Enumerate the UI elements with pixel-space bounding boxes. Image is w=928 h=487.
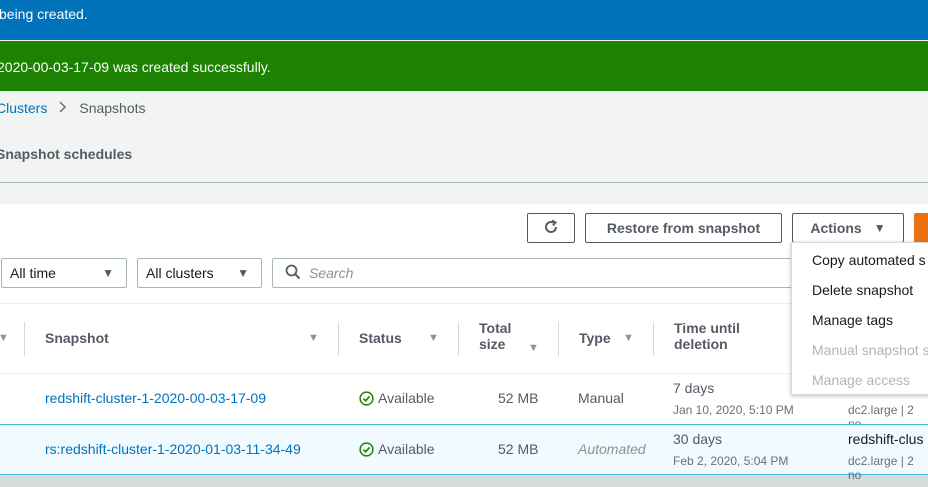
actions-button[interactable]: Actions ▼ <box>792 213 904 243</box>
type-value: Automated <box>578 441 646 457</box>
type-value: Manual <box>578 390 624 406</box>
info-banner: being created. <box>0 0 928 40</box>
column-header-total-size-line2: size <box>479 336 506 352</box>
column-header-snapshot[interactable]: Snapshot <box>45 330 109 346</box>
caret-down-icon: ▼ <box>102 266 114 280</box>
caret-down-icon: ▼ <box>237 266 249 280</box>
menu-item-manage-tags[interactable]: Manage tags <box>812 312 893 328</box>
status-badge: Available <box>359 441 435 457</box>
table-header-top-border <box>0 303 928 304</box>
info-banner-text: being created. <box>0 6 88 22</box>
status-text: Available <box>378 390 435 406</box>
create-snapshot-button[interactable] <box>914 213 928 243</box>
column-divider <box>24 322 25 356</box>
sort-icon[interactable]: ▼ <box>308 332 319 344</box>
sort-icon[interactable]: ▼ <box>623 332 634 344</box>
check-circle-icon <box>359 441 374 457</box>
status-badge: Available <box>359 390 435 406</box>
cluster-filter-value: All clusters <box>146 265 214 281</box>
success-banner-text: 2020-00-03-17-09 was created successfull… <box>0 59 271 75</box>
column-header-time-until-deletion[interactable]: Time until deletion <box>674 320 740 352</box>
column-divider <box>653 322 654 356</box>
sort-icon[interactable]: ▼ <box>428 332 439 344</box>
caret-down-icon: ▼ <box>873 221 886 235</box>
column-header-status[interactable]: Status <box>359 330 402 346</box>
column-header-total-size-line1: Total <box>479 320 512 336</box>
restore-from-snapshot-button[interactable]: Restore from snapshot <box>585 213 782 243</box>
time-until-deletion: 7 days <box>673 380 715 396</box>
time-filter-value: All time <box>10 265 56 281</box>
chevron-right-icon <box>59 100 67 116</box>
time-until-deletion: 30 days <box>673 431 723 447</box>
actions-menu: Copy automated s Delete snapshot Manage … <box>791 242 928 395</box>
column-header-time-line2: deletion <box>674 336 728 352</box>
search-input[interactable]: Search <box>272 258 792 288</box>
sort-icon[interactable]: ▼ <box>528 342 539 354</box>
success-banner: 2020-00-03-17-09 was created successfull… <box>0 41 928 91</box>
menu-item-manual-snapshot-settings: Manual snapshot s <box>812 342 928 358</box>
time-filter-select[interactable]: All time ▼ <box>1 258 127 288</box>
cluster-value: redshift-clus <box>848 431 924 447</box>
snapshot-link[interactable]: rs:redshift-cluster-1-2020-01-03-11-34-4… <box>45 441 301 457</box>
search-placeholder: Search <box>309 265 354 281</box>
size-value: 52 MB <box>498 390 539 406</box>
refresh-icon <box>542 218 560 239</box>
breadcrumb-current: Snapshots <box>79 100 146 116</box>
column-divider <box>558 322 559 356</box>
sort-icon[interactable]: ▼ <box>0 332 9 344</box>
column-divider <box>458 322 459 356</box>
snapshot-link[interactable]: redshift-cluster-1-2020-00-03-17-09 <box>45 390 266 406</box>
column-header-time-line1: Time until <box>674 320 740 336</box>
refresh-button[interactable] <box>527 213 575 243</box>
menu-item-manage-access: Manage access <box>812 372 911 388</box>
deletion-date: Jan 10, 2020, 5:10 PM <box>673 403 794 417</box>
actions-label: Actions <box>810 220 862 236</box>
column-header-type[interactable]: Type <box>579 330 611 346</box>
table-row[interactable]: redshift-cluster-1-2020-00-03-17-09 Avai… <box>0 373 928 431</box>
tab-snapshot-schedules[interactable]: Snapshot schedules <box>0 146 132 162</box>
deletion-date: Feb 2, 2020, 5:04 PM <box>673 454 789 468</box>
divider <box>0 182 928 183</box>
cluster-filter-select[interactable]: All clusters ▼ <box>137 258 262 288</box>
column-divider <box>338 322 339 356</box>
search-icon <box>285 264 301 283</box>
menu-item-copy-automated-snapshot[interactable]: Copy automated s <box>812 252 926 268</box>
status-text: Available <box>378 441 435 457</box>
menu-item-delete-snapshot[interactable]: Delete snapshot <box>812 282 913 298</box>
breadcrumb: Clusters Snapshots <box>0 100 146 116</box>
breadcrumb-clusters-link[interactable]: Clusters <box>0 100 47 116</box>
node-info: dc2.large | 2 no <box>848 454 914 482</box>
check-circle-icon <box>359 390 374 406</box>
column-header-total-size[interactable]: Total size <box>479 320 511 352</box>
page-footer-strip <box>0 475 928 487</box>
table-row[interactable]: rs:redshift-cluster-1-2020-01-03-11-34-4… <box>0 424 928 482</box>
size-value: 52 MB <box>498 441 539 457</box>
